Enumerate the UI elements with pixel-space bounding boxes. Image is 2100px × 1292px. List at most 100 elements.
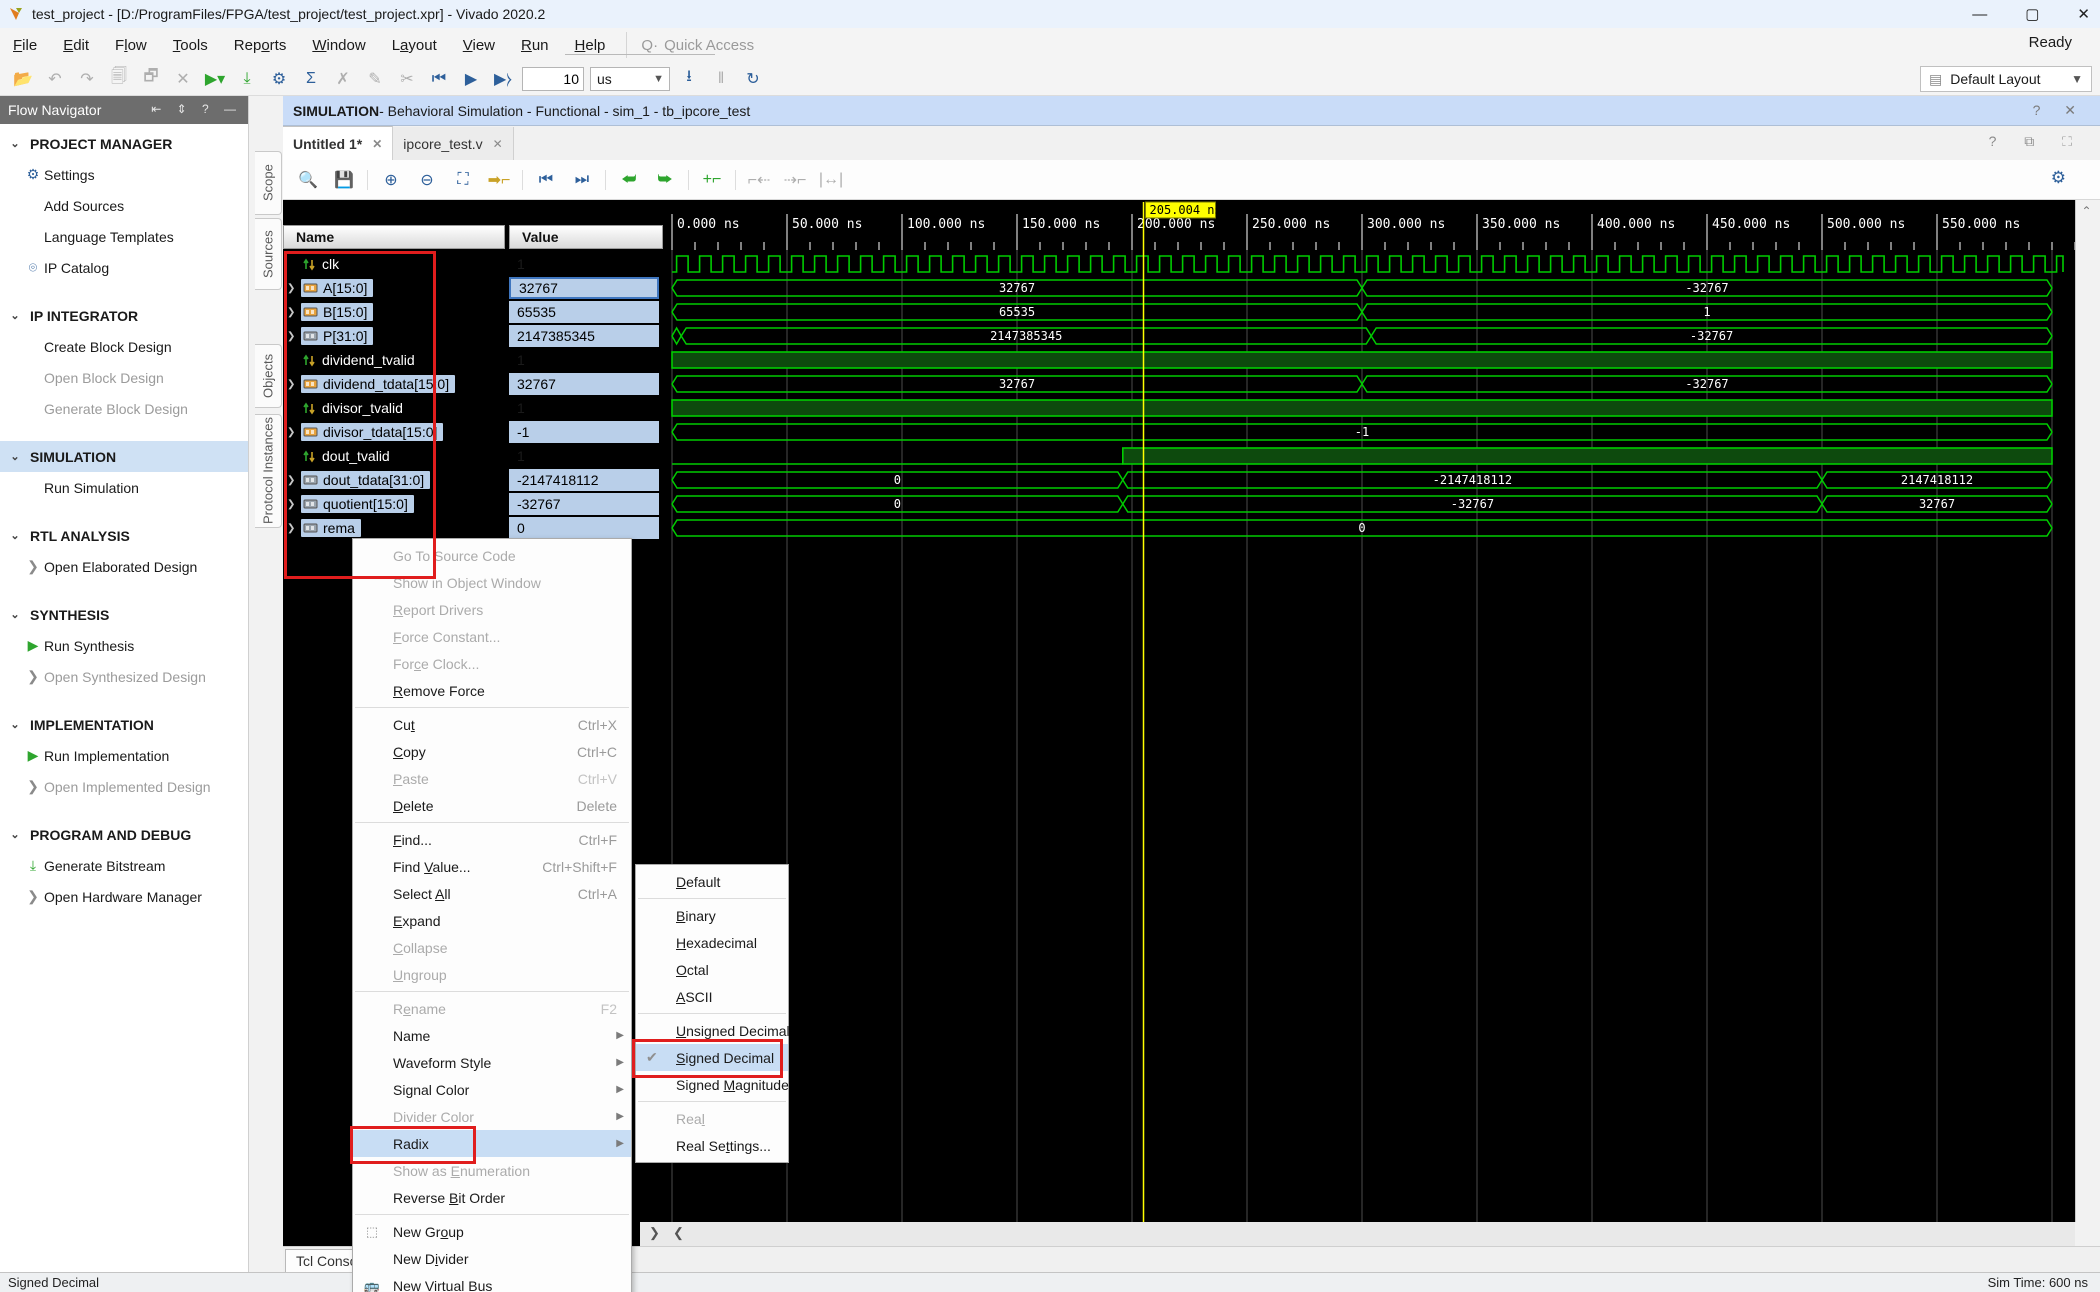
waveform-vertical-scrollbar[interactable]: ⌃ (2075, 200, 2097, 1222)
waveform-canvas[interactable]: 0.000 ns50.000 ns100.000 ns150.000 ns200… (667, 200, 2075, 1222)
signal-value[interactable]: 2147385345 (509, 325, 659, 347)
scroll-left-icon[interactable]: ❮ (673, 1225, 684, 1241)
run-for-time-icon[interactable]: ▶⧽ (490, 67, 516, 91)
menu-item-find-[interactable]: Find...Ctrl+F (353, 826, 631, 853)
menubar-item-edit[interactable]: Edit (50, 33, 102, 58)
menubar-item-file[interactable]: File (0, 33, 50, 58)
menu-item-new-divider[interactable]: New Divider (353, 1245, 631, 1272)
flow-nav-item-run-implementation[interactable]: ▶Run Implementation (0, 740, 248, 771)
menu-item-copy[interactable]: CopyCtrl+C (353, 738, 631, 765)
expander-icon[interactable]: ❯ (287, 307, 301, 318)
menubar-item-layout[interactable]: Layout (379, 33, 450, 58)
menu-item-real-settings-[interactable]: Real Settings... (636, 1132, 788, 1159)
expander-icon[interactable]: ❯ (287, 523, 301, 534)
relaunch-icon[interactable]: ↻ (740, 67, 766, 91)
signal-row-dout-tvalid[interactable]: dout_tvalid (283, 444, 505, 468)
report-sigma-icon[interactable]: Σ (298, 67, 324, 91)
copy-icon[interactable]: 🗐 (106, 67, 132, 91)
simulation-header-controls[interactable]: ? ✕ (2033, 102, 2086, 119)
signal-row-dout-tdata-31-0-[interactable]: ❯dout_tdata[31:0] (283, 468, 505, 492)
signal-row-dividend-tvalid[interactable]: dividend_tvalid (283, 348, 505, 372)
signal-row-quotient-15-0-[interactable]: ❯quotient[15:0] (283, 492, 505, 516)
signal-row-dividend-tdata-15-0-[interactable]: ❯dividend_tdata[15:0] (283, 372, 505, 396)
step-icon[interactable]: ⭳ (676, 67, 702, 91)
menu-item-signed-decimal[interactable]: ✔Signed Decimal (636, 1044, 788, 1071)
flow-nav-section-simulation[interactable]: ⌄SIMULATION (0, 441, 248, 472)
zoom-fit-icon[interactable]: ⛶ (450, 168, 476, 192)
side-tab-protocol-instances[interactable]: Protocol Instances (255, 414, 282, 528)
tab-untitled-1-[interactable]: Untitled 1*✕ (283, 126, 393, 160)
undo-icon[interactable]: ↶ (42, 67, 68, 91)
signal-value[interactable]: -2147418112 (509, 469, 659, 491)
name-column-header[interactable]: Name (283, 225, 505, 249)
signal-row-B-15-0-[interactable]: ❯B[15:0] (283, 300, 505, 324)
menu-item-default[interactable]: Default (636, 868, 788, 895)
flow-nav-item-ip-catalog[interactable]: ⌾IP Catalog (0, 252, 248, 283)
menubar-item-flow[interactable]: Flow (102, 33, 160, 58)
previous-transition-icon[interactable]: ⮨ (616, 168, 642, 192)
signal-row-rema[interactable]: ❯rema (283, 516, 505, 540)
next-transition-icon[interactable]: ⮩ (652, 168, 678, 192)
value-column-header[interactable]: Value (509, 225, 663, 249)
signal-row-A-15-0-[interactable]: ❯A[15:0] (283, 276, 505, 300)
menu-item-remove-force[interactable]: Remove Force (353, 677, 631, 704)
flow-nav-item-create-block-design[interactable]: Create Block Design (0, 331, 248, 362)
flow-nav-item-language-templates[interactable]: Language Templates (0, 221, 248, 252)
flow-nav-item-run-simulation[interactable]: Run Simulation (0, 472, 248, 503)
scroll-up-icon[interactable]: ⌃ (2076, 204, 2097, 218)
signal-row-divisor-tdata-15-0-[interactable]: ❯divisor_tdata[15:0] (283, 420, 505, 444)
menu-item-signed-magnitude[interactable]: Signed Magnitude (636, 1071, 788, 1098)
maximize-button[interactable]: ▢ (2025, 5, 2039, 23)
add-marker-icon[interactable]: +⌐ (699, 168, 725, 192)
expander-icon[interactable]: ❯ (287, 331, 301, 342)
signal-row-P-31-0-[interactable]: ❯P[31:0] (283, 324, 505, 348)
redo-icon[interactable]: ↷ (74, 67, 100, 91)
signal-value[interactable]: 1 (509, 445, 659, 467)
flow-nav-section-project-manager[interactable]: ⌄PROJECT MANAGER (0, 128, 248, 159)
close-button[interactable]: ✕ (2077, 5, 2090, 23)
menu-item-radix[interactable]: Radix▶ (353, 1130, 631, 1157)
flow-nav-item-settings[interactable]: ⚙Settings (0, 159, 248, 190)
signal-row-clk[interactable]: clk (283, 252, 505, 276)
menu-item-octal[interactable]: Octal (636, 956, 788, 983)
zoom-to-cursor-icon[interactable]: ➡⌐ (486, 168, 512, 192)
signal-value[interactable]: 1 (509, 397, 659, 419)
flow-nav-section-implementation[interactable]: ⌄IMPLEMENTATION (0, 709, 248, 740)
expander-icon[interactable]: ❯ (287, 427, 301, 438)
menu-item-ascii[interactable]: ASCII (636, 983, 788, 1010)
side-tab-scope[interactable]: Scope (255, 151, 282, 215)
menu-item-waveform-style[interactable]: Waveform Style▶ (353, 1049, 631, 1076)
signal-value[interactable]: 0 (509, 517, 659, 539)
signal-value[interactable]: 32767 (509, 277, 659, 299)
flow-nav-item-open-elaborated-design[interactable]: ❯Open Elaborated Design (0, 551, 248, 582)
signal-value[interactable]: -32767 (509, 493, 659, 515)
break-icon[interactable]: ✂ (394, 67, 420, 91)
settings-gear-icon[interactable]: ⚙ (266, 67, 292, 91)
waveform-settings-gear-icon[interactable]: ⚙ (2051, 168, 2066, 188)
menu-item-delete[interactable]: DeleteDelete (353, 792, 631, 819)
side-tab-sources[interactable]: Sources (255, 218, 282, 290)
menu-item-select-all[interactable]: Select AllCtrl+A (353, 880, 631, 907)
menubar-item-reports[interactable]: Reports (221, 33, 300, 58)
menu-item-new-virtual-bus[interactable]: 🚌New Virtual Bus (353, 1272, 631, 1292)
cursor-time-label[interactable]: 205.004 ns (1150, 203, 1222, 217)
expander-icon[interactable]: ❯ (287, 475, 301, 486)
menu-item-new-group[interactable]: ⬚New Group (353, 1218, 631, 1245)
signal-value[interactable]: 32767 (509, 373, 659, 395)
side-tab-objects[interactable]: Objects (255, 344, 282, 408)
tab-ipcore-test-v[interactable]: ipcore_test.v✕ (393, 127, 513, 160)
menu-item-expand[interactable]: Expand (353, 907, 631, 934)
expander-icon[interactable]: ❯ (287, 283, 301, 294)
menu-item-cut[interactable]: CutCtrl+X (353, 711, 631, 738)
expander-icon[interactable]: ❯ (287, 499, 301, 510)
flow-nav-section-ip-integrator[interactable]: ⌄IP INTEGRATOR (0, 300, 248, 331)
menu-item-find-value-[interactable]: Find Value...Ctrl+Shift+F (353, 853, 631, 880)
go-to-last-time-icon[interactable]: ⏭ (569, 168, 595, 192)
flow-nav-item-run-synthesis[interactable]: ▶Run Synthesis (0, 630, 248, 661)
flow-navigator-header-icons[interactable]: ⇤ ⇕ ? — (151, 102, 242, 116)
menu-item-reverse-bit-order[interactable]: Reverse Bit Order (353, 1184, 631, 1211)
signal-value[interactable]: 1 (509, 253, 659, 275)
minimize-button[interactable]: — (1972, 6, 1987, 23)
menu-item-unsigned-decimal[interactable]: Unsigned Decimal (636, 1017, 788, 1044)
signal-value[interactable]: -1 (509, 421, 659, 443)
